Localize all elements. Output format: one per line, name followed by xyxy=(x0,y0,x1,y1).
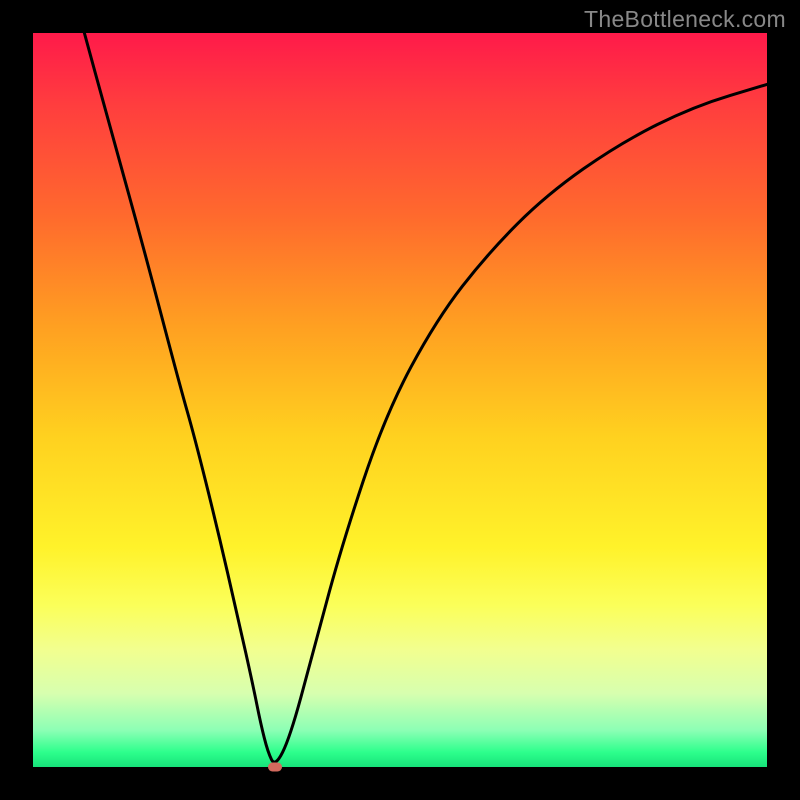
watermark-text: TheBottleneck.com xyxy=(584,6,786,33)
minimum-marker xyxy=(268,763,282,772)
chart-plot-area xyxy=(33,33,767,767)
bottleneck-curve xyxy=(33,33,767,767)
chart-frame: TheBottleneck.com xyxy=(0,0,800,800)
